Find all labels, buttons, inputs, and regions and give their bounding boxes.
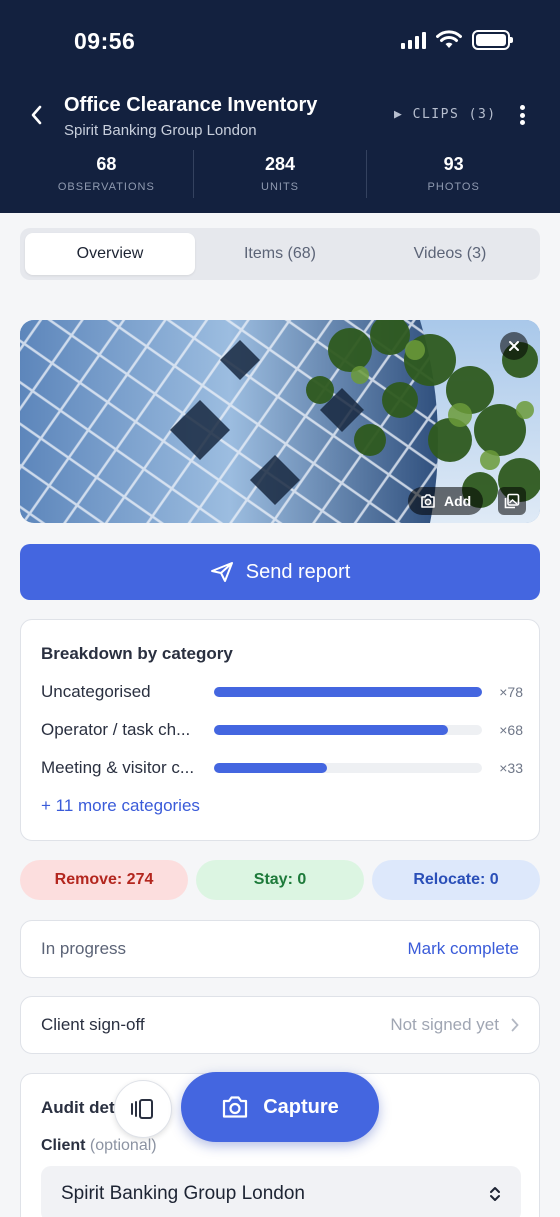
stat-photos: 93 PHOTOS <box>366 150 540 198</box>
wifi-icon <box>436 30 462 48</box>
stat-value: 284 <box>264 154 296 174</box>
card-stack-icon <box>131 1099 153 1119</box>
client-field-label: Client (optional) <box>41 1137 157 1155</box>
stat-label: PHOTOS <box>427 181 480 193</box>
add-photo-button[interactable]: Add <box>408 487 484 515</box>
close-icon <box>509 341 519 351</box>
relocate-count-pill[interactable]: Relocate: 0 <box>372 860 540 900</box>
chevron-right-icon <box>511 1018 519 1032</box>
add-photo-label: Add <box>444 493 472 509</box>
app-header: 09:56 Office Clearance Inventory Spirit … <box>0 0 560 213</box>
more-options-button[interactable] <box>512 102 532 128</box>
camera-icon <box>421 494 435 508</box>
category-bar <box>214 725 482 735</box>
gallery-icon <box>504 493 520 509</box>
stat-observations: 68 OBSERVATIONS <box>20 150 193 198</box>
capture-button[interactable]: Capture <box>181 1072 379 1142</box>
back-button[interactable] <box>22 100 50 130</box>
send-report-button[interactable]: Send report <box>20 544 540 600</box>
clips-label: CLIPS (3) <box>412 107 497 122</box>
category-count: ×78 <box>499 684 523 700</box>
category-row[interactable]: Uncategorised ×78 <box>41 680 523 704</box>
tab-overview[interactable]: Overview <box>25 233 195 275</box>
category-row[interactable]: Meeting & visitor c... ×33 <box>41 756 523 780</box>
capture-label: Capture <box>263 1095 339 1118</box>
category-label: Meeting & visitor c... <box>41 758 195 777</box>
play-icon: ▶ <box>394 107 404 122</box>
battery-icon <box>472 30 513 50</box>
audit-title: Audit det <box>41 1098 115 1117</box>
send-report-label: Send report <box>245 560 351 583</box>
tab-videos[interactable]: Videos (3) <box>365 233 535 275</box>
camera-icon <box>223 1096 248 1118</box>
mark-complete-button[interactable]: Mark complete <box>408 939 519 959</box>
signoff-label: Client sign-off <box>41 1015 145 1034</box>
disposition-summary: Remove: 274 Stay: 0 Relocate: 0 <box>20 860 540 900</box>
breakdown-title: Breakdown by category <box>41 644 233 663</box>
category-count: ×33 <box>499 760 523 776</box>
client-select[interactable]: Spirit Banking Group London <box>41 1166 521 1217</box>
remove-count-pill[interactable]: Remove: 274 <box>20 860 188 900</box>
stat-label: OBSERVATIONS <box>57 181 155 193</box>
category-label: Operator / task ch... <box>41 720 191 739</box>
category-breakdown-card: Breakdown by category Uncategorised ×78 … <box>20 619 540 841</box>
stat-value: 93 <box>443 154 464 174</box>
page-subtitle: Spirit Banking Group London <box>64 122 257 139</box>
status-icons <box>401 30 513 50</box>
status-time: 09:56 <box>74 28 136 54</box>
category-bar <box>214 763 482 773</box>
tab-items[interactable]: Items (68) <box>195 233 365 275</box>
category-row[interactable]: Operator / task ch... ×68 <box>41 718 523 742</box>
chevron-left-icon <box>31 105 42 125</box>
progress-card: In progress Mark complete <box>20 920 540 978</box>
stay-count-pill[interactable]: Stay: 0 <box>196 860 364 900</box>
category-label: Uncategorised <box>41 682 151 701</box>
progress-status: In progress <box>41 939 127 958</box>
category-count: ×68 <box>499 722 523 738</box>
stat-label: UNITS <box>261 181 299 193</box>
client-label-text: Client <box>41 1137 86 1154</box>
page-title: Office Clearance Inventory <box>64 94 318 116</box>
gallery-button[interactable] <box>498 487 526 515</box>
switch-view-button[interactable] <box>114 1080 172 1138</box>
more-categories-link[interactable]: + 11 more categories <box>41 796 200 816</box>
signal-icon <box>401 31 426 49</box>
stats-row: 68 OBSERVATIONS 284 UNITS 93 PHOTOS <box>20 150 540 198</box>
stat-value: 68 <box>96 154 117 174</box>
client-select-value: Spirit Banking Group London <box>61 1183 305 1204</box>
optional-hint: (optional) <box>89 1137 157 1154</box>
updown-chevron-icon <box>490 1187 500 1201</box>
category-bar <box>214 687 482 697</box>
send-icon <box>210 562 233 582</box>
client-signoff-row[interactable]: Client sign-off Not signed yet <box>20 996 540 1054</box>
stat-units: 284 UNITS <box>192 150 367 198</box>
signoff-status: Not signed yet <box>390 1015 499 1034</box>
tab-bar: Overview Items (68) Videos (3) <box>20 228 540 280</box>
remove-photo-button[interactable] <box>500 332 528 360</box>
clips-button[interactable]: ▶ CLIPS (3) <box>394 107 497 122</box>
